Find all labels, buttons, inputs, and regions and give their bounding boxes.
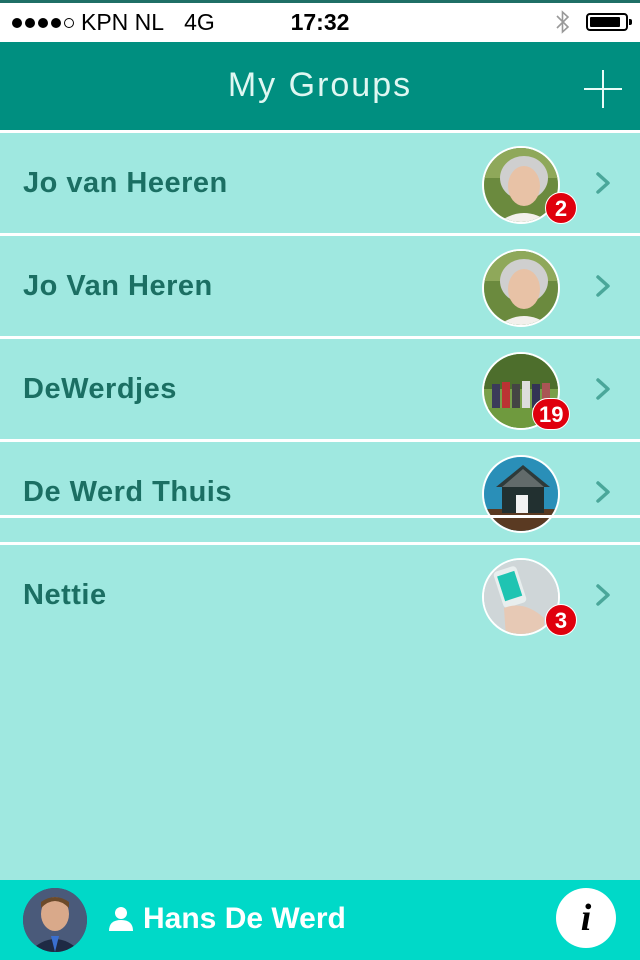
bluetooth-icon xyxy=(556,10,570,34)
info-button[interactable]: i xyxy=(556,888,616,948)
group-name: Jo van Heeren xyxy=(23,167,228,199)
status-time: 17:32 xyxy=(290,9,350,35)
chevron-right-icon xyxy=(596,481,610,503)
unread-badge: 2 xyxy=(545,192,577,224)
add-group-button[interactable] xyxy=(584,70,622,108)
page-title: My Groups xyxy=(227,66,413,104)
group-row[interactable]: Jo Van Heren xyxy=(0,233,640,336)
status-right xyxy=(556,10,632,34)
group-row[interactable]: Jo van Heeren 2 xyxy=(0,130,640,233)
user-name[interactable]: Hans De Werd xyxy=(143,902,346,936)
group-row[interactable]: De Werd Thuis xyxy=(0,439,640,542)
group-avatar xyxy=(482,455,560,533)
person-icon xyxy=(109,907,133,931)
chevron-right-icon xyxy=(596,378,610,400)
battery-icon xyxy=(586,13,632,31)
group-name: Nettie xyxy=(23,579,107,611)
group-name: De Werd Thuis xyxy=(23,476,232,508)
group-name: DeWerdjes xyxy=(23,373,177,405)
unread-badge: 3 xyxy=(545,604,577,636)
unread-badge: 19 xyxy=(532,398,571,430)
group-name: Jo Van Heren xyxy=(23,270,213,302)
chevron-right-icon xyxy=(596,275,610,297)
status-bar: KPN NL 4G 17:32 xyxy=(0,0,640,42)
chevron-right-icon xyxy=(596,584,610,606)
chevron-right-icon xyxy=(596,172,610,194)
group-row[interactable]: DeWerdjes 19 xyxy=(0,336,640,439)
list-divider xyxy=(0,515,640,518)
avatar[interactable] xyxy=(23,888,87,952)
group-avatar xyxy=(482,249,560,327)
bottom-bar: Hans De Werd i xyxy=(0,880,640,960)
nav-bar: My Groups xyxy=(0,42,640,130)
group-list: Jo van Heeren 2 Jo Van Heren DeWerdjes 1… xyxy=(0,130,640,645)
group-row[interactable]: Nettie 3 xyxy=(0,542,640,645)
